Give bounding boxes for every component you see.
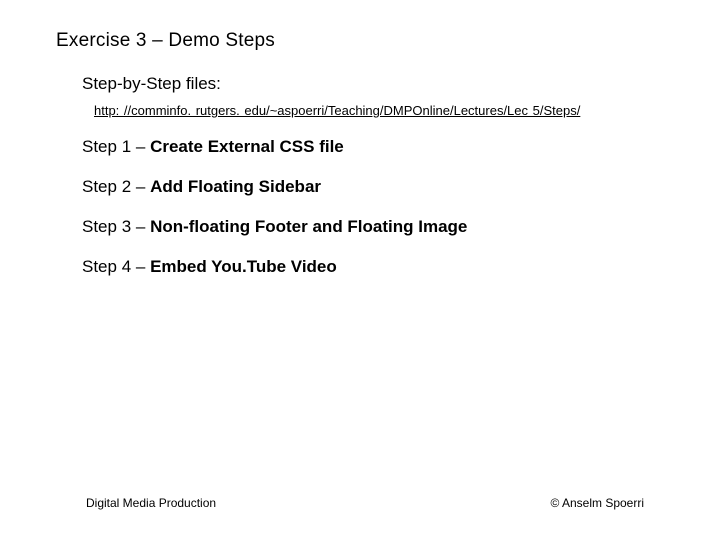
step-topic: Add Floating Sidebar (150, 177, 321, 196)
step-label: Step 3 (82, 217, 131, 236)
step-dash: – (131, 257, 150, 276)
steps-link[interactable]: http: //comminfo. rutgers. edu/~aspoerri… (94, 103, 580, 118)
step-1: Step 1 – Create External CSS file (82, 136, 664, 158)
step-label: Step 1 (82, 137, 131, 156)
step-topic: Non-floating Footer and Floating Image (150, 217, 467, 236)
step-4: Step 4 – Embed You.Tube Video (82, 256, 664, 278)
step-label: Step 2 (82, 177, 131, 196)
footer-left: Digital Media Production (86, 496, 216, 510)
slide: Exercise 3 – Demo Steps Step-by-Step fil… (0, 0, 720, 540)
step-dash: – (131, 177, 150, 196)
step-2: Step 2 – Add Floating Sidebar (82, 176, 664, 198)
step-dash: – (131, 137, 150, 156)
footer-right: © Anselm Spoerri (550, 496, 644, 510)
step-topic: Create External CSS file (150, 137, 344, 156)
subtitle: Step-by-Step files: (82, 74, 664, 94)
step-dash: – (131, 217, 150, 236)
footer: Digital Media Production © Anselm Spoerr… (0, 496, 720, 510)
step-3: Step 3 – Non-floating Footer and Floatin… (82, 216, 664, 238)
step-topic: Embed You.Tube Video (150, 257, 337, 276)
step-label: Step 4 (82, 257, 131, 276)
slide-title: Exercise 3 – Demo Steps (56, 30, 664, 52)
